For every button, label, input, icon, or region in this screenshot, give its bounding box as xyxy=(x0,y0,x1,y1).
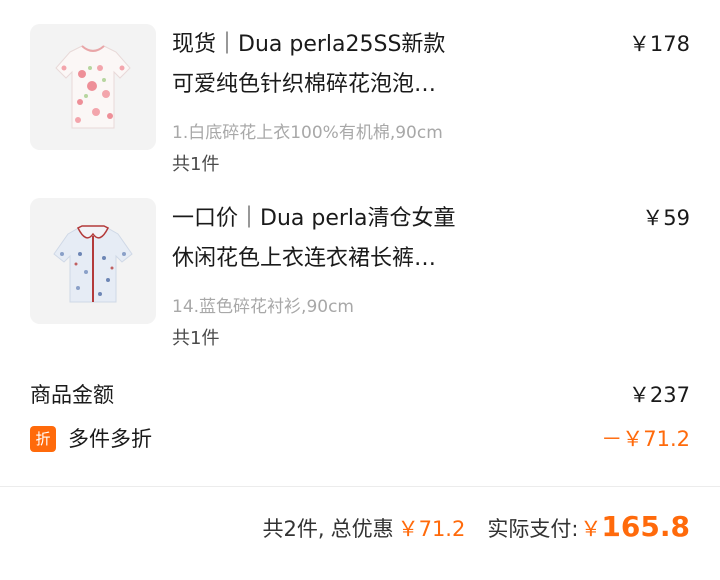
product-price: ￥59 xyxy=(642,206,690,230)
actual-payment-value: 165.8 xyxy=(601,510,690,543)
total-discount-label: 总优惠 xyxy=(330,517,394,541)
product-quantity: 共1件 xyxy=(172,328,220,349)
product-title-line: 一口价｜Dua perla清仓女童 xyxy=(172,206,456,231)
discount-row[interactable]: 折 多件多折 －￥71.2 xyxy=(30,422,690,456)
divider xyxy=(0,486,720,487)
discount-value: －￥71.2 xyxy=(601,427,690,451)
product-title-line: 休闲花色上衣连衣裙长裤… xyxy=(172,246,437,271)
discount-badge-icon: 折 xyxy=(30,426,56,452)
goods-amount-row: 商品金额 ￥237 xyxy=(30,378,690,412)
total-discount-value: ￥71.2 xyxy=(397,517,466,541)
actual-payment-currency: ￥ xyxy=(580,517,602,541)
goods-amount-label: 商品金额 xyxy=(30,383,114,407)
goods-amount-value: ￥237 xyxy=(628,383,690,407)
product-thumbnail[interactable] xyxy=(30,198,156,324)
total-count: 共2件, xyxy=(262,517,325,541)
order-item[interactable]: 一口价｜Dua perla清仓女童 休闲花色上衣连衣裙长裤… 14.蓝色碎花衬衫… xyxy=(0,0,720,349)
blue-floral-shirt-image xyxy=(30,198,156,324)
product-spec: 14.蓝色碎花衬衫,90cm xyxy=(172,297,354,317)
product-title[interactable]: 一口价｜Dua perla清仓女童 休闲花色上衣连衣裙长裤… xyxy=(172,202,502,276)
payment-summary: 共2件, 总优惠 ￥71.2 实际支付: ￥ 165.8 xyxy=(0,510,690,558)
discount-label: 多件多折 xyxy=(68,427,152,451)
actual-payment-label: 实际支付: xyxy=(487,517,579,541)
